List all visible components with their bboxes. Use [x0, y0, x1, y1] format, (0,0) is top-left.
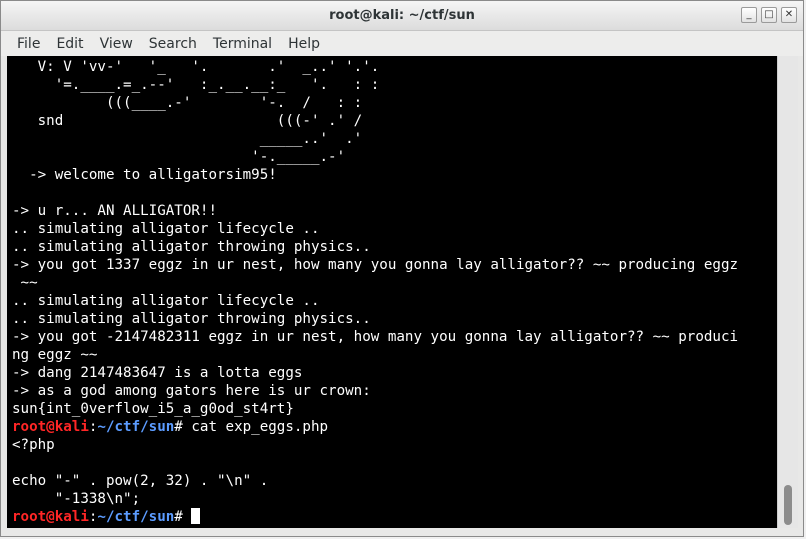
menu-edit[interactable]: Edit [48, 36, 91, 52]
ascii-art-line: V: V 'vv-' '_ '. .' _..' '.'. [12, 59, 380, 75]
output-line: -> dang 2147483647 is a lotta eggs [12, 365, 303, 381]
ascii-art-line: snd (((-' .' / [12, 113, 363, 129]
menu-file[interactable]: File [9, 36, 48, 52]
ascii-art-line: '=.____.=_.--' :_.__.__:_ '. : : [12, 77, 380, 93]
prompt-path: ~/ctf/sun [97, 419, 175, 435]
command-text: cat exp_eggs.php [191, 419, 329, 435]
menu-terminal[interactable]: Terminal [205, 36, 280, 52]
menu-bar: File Edit View Search Terminal Help [1, 31, 803, 56]
window-title: root@kali: ~/ctf/sun [329, 8, 475, 23]
output-line: .. simulating alligator lifecycle .. [12, 293, 320, 309]
title-bar[interactable]: root@kali: ~/ctf/sun _ □ ✕ [1, 1, 803, 31]
scrollbar-thumb[interactable] [784, 485, 792, 525]
terminal-output[interactable]: V: V 'vv-' '_ '. .' _..' '.'. '=.____.=_… [7, 56, 777, 528]
close-button[interactable]: ✕ [781, 7, 797, 23]
output-line: .. simulating alligator throwing physics… [12, 311, 371, 327]
file-content-line: <?php [12, 437, 55, 453]
output-line: -> as a god among gators here is ur crow… [12, 383, 371, 399]
maximize-button[interactable]: □ [761, 7, 777, 23]
minimize-button[interactable]: _ [741, 7, 757, 23]
vertical-scrollbar[interactable] [777, 56, 798, 528]
window-controls: _ □ ✕ [741, 7, 797, 23]
menu-help[interactable]: Help [280, 36, 328, 52]
output-line: -> u r... AN ALLIGATOR!! [12, 203, 217, 219]
flag-line: sun{int_0verflow_i5_a_g0od_st4rt} [12, 401, 294, 417]
prompt-path: ~/ctf/sun [97, 509, 175, 525]
ascii-art-line: (((____.-' '-. / : : [12, 95, 363, 111]
output-line: ng eggz ~~ [12, 347, 98, 363]
prompt-hash: # [174, 419, 192, 435]
output-line: -> you got 1337 eggz in ur nest, how man… [12, 257, 739, 273]
ascii-art-line: '-._____.-' [12, 149, 346, 165]
prompt-line: root@kali:~/ctf/sun# cat exp_eggs.php [12, 418, 328, 436]
output-line: ~~ [12, 275, 38, 291]
menu-search[interactable]: Search [141, 36, 205, 52]
terminal-window: root@kali: ~/ctf/sun _ □ ✕ File Edit Vie… [0, 0, 804, 537]
text-cursor [191, 508, 201, 524]
ascii-art-line: _____..' .' [12, 131, 363, 147]
prompt-user: root@kali [12, 419, 89, 435]
file-content-line: "-1338\n"; [12, 491, 141, 507]
menu-view[interactable]: View [92, 36, 141, 52]
output-line: -> you got -2147482311 eggz in ur nest, … [12, 329, 739, 345]
output-line: .. simulating alligator lifecycle .. [12, 221, 320, 237]
output-line: .. simulating alligator throwing physics… [12, 239, 371, 255]
prompt-user: root@kali [12, 509, 89, 525]
active-prompt-line[interactable]: root@kali:~/ctf/sun# [12, 508, 201, 526]
file-content-line: echo "-" . pow(2, 32) . "\n" . [12, 473, 269, 489]
output-line: -> welcome to alligatorsim95! [12, 167, 277, 183]
prompt-hash: # [174, 509, 192, 525]
